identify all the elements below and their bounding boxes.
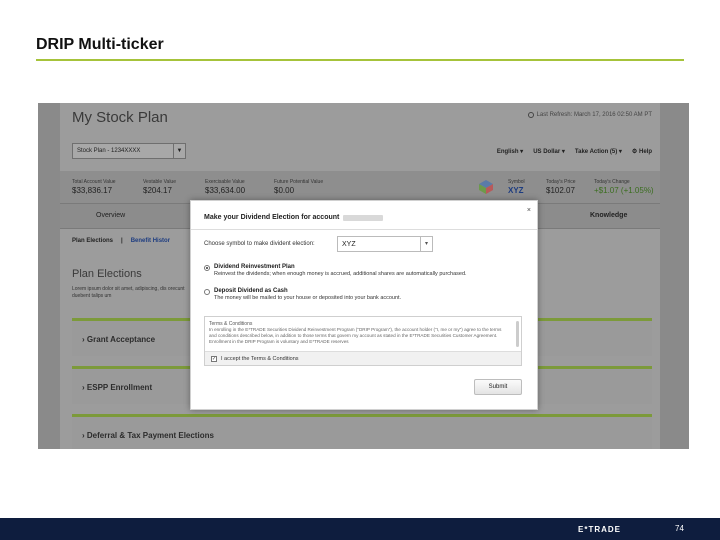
metric-label: Exercisable Value [205, 179, 245, 185]
tab-knowledge[interactable]: Knowledge [590, 212, 627, 219]
page-number: 74 [675, 524, 684, 533]
terms-scrollbar[interactable] [516, 321, 519, 347]
language-menu[interactable]: English ▾ [497, 148, 523, 155]
symbol-select-value: XYZ [342, 241, 356, 248]
help-link[interactable]: ⚙ Help [632, 148, 652, 155]
symbol-select[interactable]: XYZ ▾ [337, 236, 433, 252]
metric-value: +$1.07 (+1.05%) [594, 186, 654, 195]
panel-deferral-tax[interactable]: › Deferral & Tax Payment Elections [72, 414, 652, 449]
etrade-logo: E*TRADE [578, 525, 622, 534]
submit-button[interactable]: Submit [474, 379, 522, 395]
help-label: Help [638, 149, 652, 155]
modal-title-text: Make your Dividend Election for account [204, 214, 340, 221]
gear-icon: ⚙ [631, 149, 638, 155]
metric-value: $204.17 [143, 186, 172, 195]
choose-symbol-label: Choose symbol to make divident election: [204, 241, 315, 247]
chevron-down-icon: ▾ [420, 237, 432, 251]
metric-value: XYZ [508, 186, 524, 195]
metric-label: Future Potential Value [274, 179, 324, 185]
title-divider [36, 59, 684, 61]
option-title: Deposit Dividend as Cash [214, 288, 288, 294]
subnav-separator: | [121, 238, 123, 244]
metric-value: $33,836.17 [72, 186, 113, 195]
last-refresh-text: Last Refresh: March 17, 2016 02:50 AM PT [536, 112, 652, 118]
section-title: Plan Elections [72, 268, 142, 280]
radio-button[interactable] [204, 289, 210, 295]
chevron-right-icon: › [82, 431, 85, 440]
subnav-benefit-history[interactable]: Benefit Histor [131, 238, 170, 244]
language-label: English [496, 149, 519, 155]
option-title: Dividend Reinvestment Plan [214, 264, 295, 270]
currency-menu[interactable]: US Dollar ▾ [533, 148, 565, 155]
metric-todays-change: Today's Change +$1.07 (+1.05%) [594, 179, 654, 195]
modal-divider [191, 229, 537, 230]
subnav-plan-elections[interactable]: Plan Elections [72, 238, 113, 244]
option-deposit-cash[interactable]: Deposit Dividend as Cash The money will … [204, 288, 401, 302]
accept-terms-checkbox[interactable]: ✓ [211, 355, 217, 362]
panel-label: Grant Acceptance [86, 335, 156, 344]
metric-total-account-value: Total Account Value $33,836.17 [72, 179, 116, 195]
tab-overview[interactable]: Overview [96, 212, 125, 219]
metric-label: Total Account Value [72, 179, 116, 185]
section-description: Lorem ipsum dolor sit amet, adipiscing, … [72, 286, 185, 299]
last-refresh: Last Refresh: March 17, 2016 02:50 AM PT [527, 112, 652, 118]
accept-terms-label: I accept the Terms & Conditions [221, 355, 299, 362]
plan-select[interactable]: Stock Plan - 1234XXXX ▼ [72, 143, 186, 159]
panel-label: Deferral & Tax Payment Elections [86, 431, 214, 440]
metric-vestable-value: Vestable Value $204.17 [143, 179, 176, 195]
metric-label: Today's Price [546, 179, 576, 185]
modal-title: Make your Dividend Election for account [204, 214, 384, 221]
metric-exercisable-value: Exercisable Value $33,634.00 [205, 179, 245, 195]
slide-title: DRIP Multi-ticker [36, 36, 164, 53]
take-action-menu[interactable]: Take Action (5) ▾ [575, 148, 622, 155]
masked-account-number [343, 214, 384, 221]
company-logo-icon [479, 180, 493, 194]
radio-button[interactable] [204, 265, 210, 271]
panel-label: ESPP Enrollment [86, 383, 153, 392]
option-dividend-reinvestment[interactable]: Dividend Reinvestment Plan Reinvest the … [204, 264, 467, 278]
metric-value: $33,634.00 [205, 186, 246, 195]
option-description: The money will be mailed to your house o… [214, 295, 402, 301]
slide-footer: E*TRADE 74 [0, 518, 720, 540]
close-icon[interactable]: × [527, 207, 531, 214]
metric-label: Today's Change [594, 179, 630, 185]
metric-todays-price: Today's Price $102.07 [546, 179, 576, 195]
metric-symbol: Symbol XYZ [508, 179, 525, 195]
chevron-right-icon: › [82, 335, 85, 344]
accept-terms-row: ✓ I accept the Terms & Conditions [205, 351, 521, 365]
metric-label: Symbol [508, 179, 525, 185]
top-controls: English ▾ US Dollar ▾ Take Action (5) ▾ … [497, 148, 652, 155]
terms-box: Terms & Conditions In enrolling in the E… [204, 316, 522, 366]
currency-label: US Dollar [533, 149, 561, 155]
metric-value: $0.00 [274, 186, 295, 195]
clock-icon [527, 112, 534, 118]
app-title: My Stock Plan [72, 109, 168, 126]
chevron-right-icon: › [82, 383, 85, 392]
metric-value: $102.07 [546, 186, 575, 195]
take-action-label: Take Action (5) [574, 149, 618, 155]
plan-select-value: Stock Plan - 1234XXXX [77, 148, 141, 154]
metric-future-potential-value: Future Potential Value $0.00 [274, 179, 323, 195]
dividend-election-modal: Make your Dividend Election for account … [190, 200, 538, 410]
slide: DRIP Multi-ticker My Stock Plan Last Ref… [0, 0, 720, 540]
subnav: Plan Elections | Benefit Histor [72, 238, 170, 244]
option-description: Reinvest the dividends; when enough mone… [214, 271, 467, 277]
terms-text: In enrolling in the E*TRADE Securities D… [209, 327, 502, 344]
account-summary: Total Account Value $33,836.17 Vestable … [60, 171, 660, 203]
chevron-down-icon: ▼ [173, 144, 185, 158]
metric-label: Vestable Value [143, 179, 176, 185]
